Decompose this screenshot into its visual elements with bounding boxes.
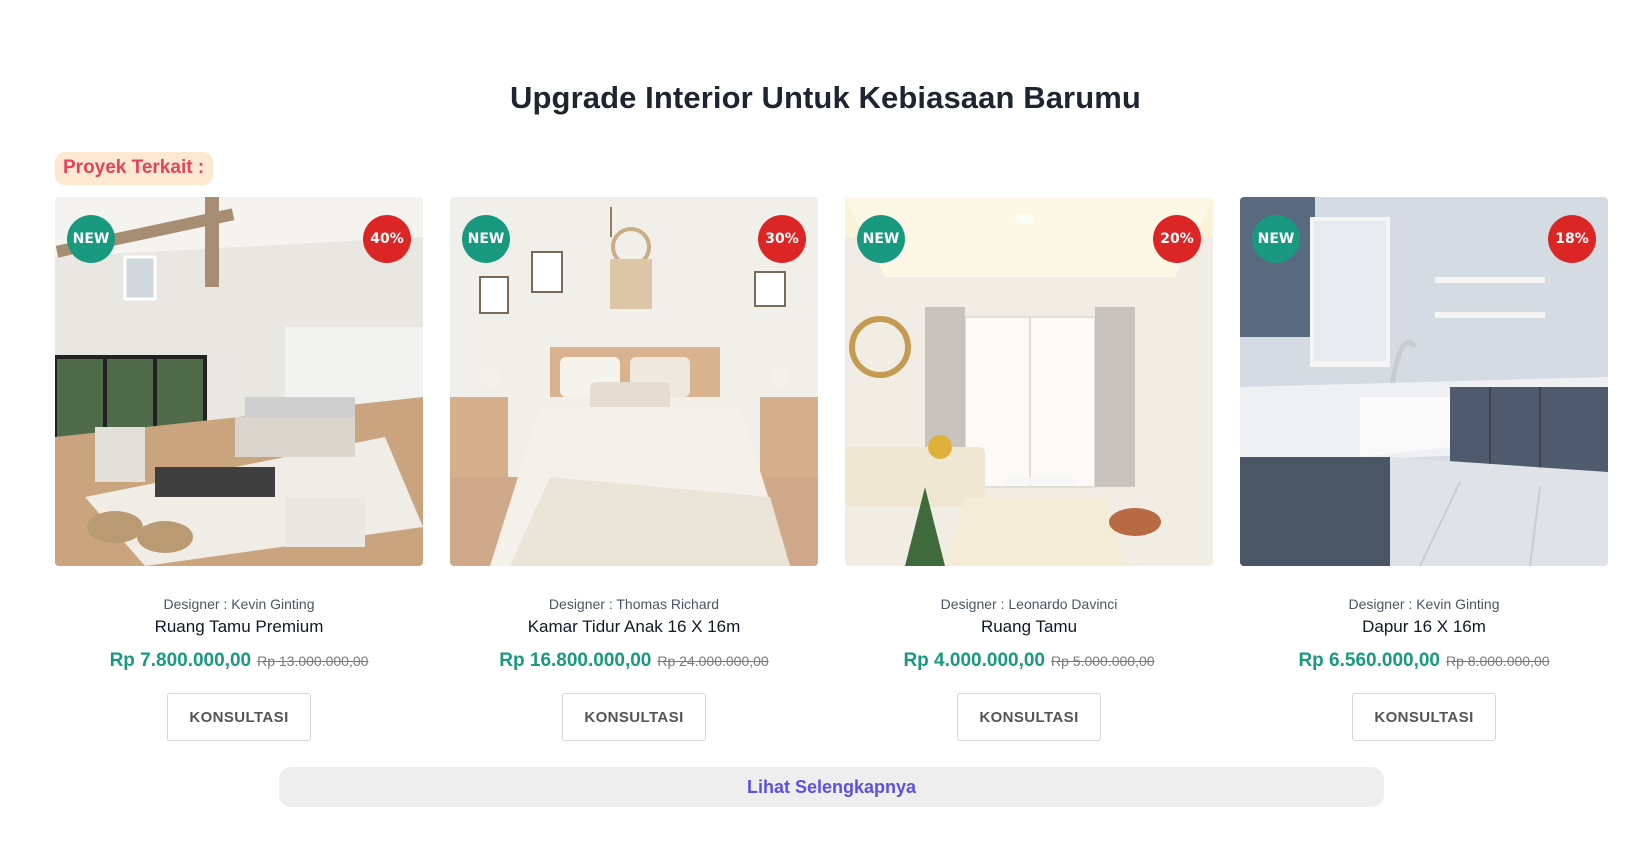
product-card[interactable]: NEW 40% Designer : Kevin Ginting Ruang T… (55, 197, 423, 741)
section-title: Upgrade Interior Untuk Kebiasaan Barumu (510, 80, 1141, 115)
related-projects-section: Upgrade Interior Untuk Kebiasaan Barumu … (0, 0, 1651, 860)
original-price: Rp 24.000.000,00 (657, 653, 769, 669)
product-name[interactable]: Ruang Tamu (981, 617, 1077, 637)
consultation-button[interactable]: KONSULTASI (1352, 693, 1496, 741)
product-list: NEW 40% Designer : Kevin Ginting Ruang T… (55, 197, 1608, 741)
designer-name: Designer : Kevin Ginting (1348, 596, 1500, 612)
product-image-kitchen[interactable]: NEW 18% (1240, 197, 1608, 566)
related-projects-tag: Proyek Terkait : (55, 152, 214, 185)
product-name[interactable]: Dapur 16 X 16m (1362, 617, 1486, 637)
price-row: Rp 6.560.000,00 Rp 8.000.000,00 (1298, 650, 1549, 672)
product-card[interactable]: NEW 30% Designer : Thomas Richard Kamar … (450, 197, 818, 741)
sale-price: Rp 4.000.000,00 (903, 650, 1045, 671)
original-price: Rp 8.000.000,00 (1446, 653, 1550, 669)
product-image-bedroom[interactable]: NEW 30% (450, 197, 818, 566)
original-price: Rp 5.000.000,00 (1051, 653, 1155, 669)
product-card[interactable]: NEW 18% Designer : Kevin Ginting Dapur 1… (1240, 197, 1608, 741)
consultation-button[interactable]: KONSULTASI (562, 693, 706, 741)
price-row: Rp 7.800.000,00 Rp 13.000.000,00 (110, 650, 369, 672)
designer-name: Designer : Leonardo Davinci (940, 596, 1118, 612)
product-card[interactable]: NEW 20% Designer : Leonardo Davinci Ruan… (845, 197, 1213, 741)
sale-price: Rp 16.800.000,00 (499, 650, 652, 671)
consultation-button[interactable]: KONSULTASI (167, 693, 311, 741)
product-name[interactable]: Ruang Tamu Premium (155, 617, 324, 637)
new-badge: NEW (857, 215, 905, 263)
see-more-button[interactable]: Lihat Selengkapnya (279, 767, 1384, 807)
discount-badge: 40% (363, 215, 411, 263)
designer-name: Designer : Kevin Ginting (163, 596, 315, 612)
price-row: Rp 16.800.000,00 Rp 24.000.000,00 (499, 650, 768, 672)
price-row: Rp 4.000.000,00 Rp 5.000.000,00 (903, 650, 1154, 672)
discount-badge: 30% (758, 215, 806, 263)
new-badge: NEW (1252, 215, 1300, 263)
product-image-living-room-2[interactable]: NEW 20% (845, 197, 1213, 566)
new-badge: NEW (67, 215, 115, 263)
discount-badge: 18% (1548, 215, 1596, 263)
new-badge: NEW (462, 215, 510, 263)
discount-badge: 20% (1153, 215, 1201, 263)
sale-price: Rp 6.560.000,00 (1298, 650, 1440, 671)
product-image-living-room[interactable]: NEW 40% (55, 197, 423, 566)
designer-name: Designer : Thomas Richard (548, 596, 720, 612)
product-name[interactable]: Kamar Tidur Anak 16 X 16m (528, 617, 741, 637)
consultation-button[interactable]: KONSULTASI (957, 693, 1101, 741)
original-price: Rp 13.000.000,00 (257, 653, 369, 669)
sale-price: Rp 7.800.000,00 (109, 650, 252, 671)
